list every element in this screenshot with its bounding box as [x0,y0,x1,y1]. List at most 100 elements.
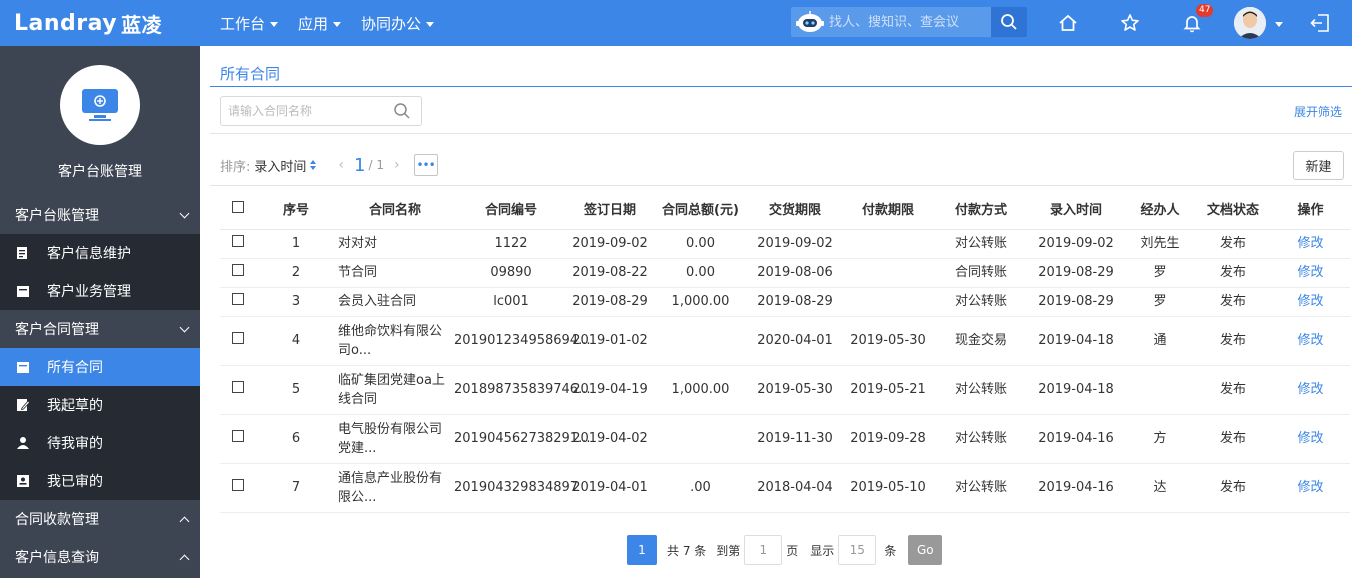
col-header[interactable]: 付款方式 [935,189,1027,230]
row-checkbox[interactable] [232,430,244,442]
prev-page-icon[interactable]: ‹ [338,157,344,173]
table-cell: 2019-01-02 [568,316,652,366]
expand-filter-link[interactable]: 展开筛选 [1294,103,1342,120]
sort-toggle-icon[interactable] [310,160,317,170]
table-cell: 2019-04-19 [568,365,652,415]
col-header[interactable]: 合同名称 [336,189,454,230]
search-input[interactable] [829,14,979,30]
brand-logo[interactable]: Landray 蓝凌 [14,8,162,38]
sidebar-item-pending-review[interactable]: 待我审的 [0,424,200,462]
sidebar-group-receivables[interactable]: 合同收款管理 [0,500,200,538]
sidebar-item-my-drafts[interactable]: 我起草的 [0,386,200,424]
goto-label: 到第 [716,543,741,558]
search-icon[interactable] [393,102,411,120]
table-row[interactable]: 3 会员入驻合同 lc001 2019-08-29 1,000.00 2019-08-29… [220,287,1350,317]
pencil-doc-icon [16,398,30,412]
chevron-up-icon [179,554,190,564]
logo-text-cn: 蓝凌 [121,12,163,37]
user-avatar[interactable] [1234,7,1266,39]
home-button[interactable] [1057,12,1079,34]
edit-link[interactable]: 修改 [1271,287,1350,317]
search-button[interactable] [991,7,1027,37]
col-header[interactable]: 签订日期 [568,189,652,230]
star-icon [1121,14,1139,31]
user-menu-caret-icon[interactable] [1275,22,1283,27]
contract-name-cell[interactable]: 通信息产业股份有限公... [336,463,454,513]
row-checkbox[interactable] [232,332,244,344]
row-checkbox[interactable] [232,264,244,276]
contract-name-cell[interactable]: 临矿集团党建oa上线合同 [336,365,454,415]
edit-link[interactable]: 修改 [1271,365,1350,415]
table-row[interactable]: 7 通信息产业股份有限公... 201904329834897 2019-04-01.… [220,463,1350,513]
table-cell: 2019-11-30 [749,414,841,464]
contract-name-cell[interactable]: 维他命饮料有限公司o... [336,316,454,366]
edit-link[interactable]: 修改 [1271,463,1350,513]
table-cell: 发布 [1195,258,1271,288]
row-checkbox[interactable] [232,479,244,491]
contract-name-cell[interactable]: 对对对 [336,229,454,259]
table-cell: 1,000.00 [652,365,749,415]
list-toolbar: 排序: 录入时间 ‹ 1 / 1 › ••• [220,150,438,180]
col-header[interactable]: 文档状态 [1195,189,1271,230]
sidebar-item-customer-business[interactable]: 客户业务管理 [0,272,200,310]
row-checkbox[interactable] [232,235,244,247]
sidebar-item-all-contracts[interactable]: 所有合同 [0,348,200,386]
contract-name-input[interactable] [228,104,393,118]
row-checkbox[interactable] [232,293,244,305]
col-header[interactable]: 付款期限 [841,189,935,230]
sidebar-group-contracts[interactable]: 客户合同管理 [0,310,200,348]
favorites-button[interactable] [1119,12,1141,34]
next-page-icon[interactable]: › [394,157,400,173]
item-label: 待我审的 [47,436,103,452]
go-button[interactable]: Go [908,535,943,565]
table-cell: 2019-05-21 [841,365,935,415]
sort-field[interactable]: 录入时间 [254,156,306,175]
total-pages: / 1 [368,158,384,172]
select-all-cell [220,189,256,230]
group-label: 合同收款管理 [15,512,99,528]
ellipsis-icon: ••• [416,158,435,172]
col-header[interactable]: 合同编号 [454,189,568,230]
edit-link[interactable]: 修改 [1271,258,1350,288]
table-cell: 3 [256,287,336,317]
more-options-button[interactable]: ••• [413,154,438,176]
table-row[interactable]: 6 电气股份有限公司党建... 201904562738291... 2019-04-… [220,414,1350,464]
col-header[interactable]: 序号 [256,189,336,230]
table-cell: 5 [256,365,336,415]
contract-name-cell[interactable]: 节合同 [336,258,454,288]
sidebar-item-customer-info[interactable]: 客户信息维护 [0,234,200,272]
col-header[interactable]: 合同总额(元) [652,189,749,230]
sidebar-group-ledger[interactable]: 客户台账管理 [0,196,200,234]
table-row[interactable]: 1 对对对 1122 2019-09-02 0.00 2019-09-02 对公转账 2019… [220,229,1350,259]
row-checkbox[interactable] [232,381,244,393]
table-row[interactable]: 2 节合同 09890 2019-08-22 0.00 2019-08-06 合同转账 201… [220,258,1350,288]
table-cell: 发布 [1195,365,1271,415]
nav-workbench[interactable]: 工作台 [220,13,279,34]
edit-link[interactable]: 修改 [1271,316,1350,366]
edit-link[interactable]: 修改 [1271,229,1350,259]
table-row[interactable]: 4 维他命饮料有限公司o... 201901234958694... 2019-01-… [220,316,1350,366]
robot-assistant-icon[interactable] [795,9,825,35]
table-row[interactable]: 5 临矿集团党建oa上线合同 201898735839746... 2019-04-1… [220,365,1350,415]
nav-collab[interactable]: 协同办公 [361,13,435,34]
col-header[interactable]: 交货期限 [749,189,841,230]
page-size-input[interactable]: 15 [838,535,877,565]
table-cell: 对公转账 [935,365,1027,415]
page-button-1[interactable]: 1 [627,535,657,565]
col-header[interactable]: 经办人 [1125,189,1195,230]
sidebar-item-reviewed[interactable]: 我已审的 [0,462,200,500]
select-all-checkbox[interactable] [232,200,244,213]
contract-name-cell[interactable]: 电气股份有限公司党建... [336,414,454,464]
size-unit: 条 [884,543,897,558]
table-cell: 2019-09-28 [841,414,935,464]
col-header[interactable]: 录入时间 [1027,189,1125,230]
sidebar-group-info-query[interactable]: 客户信息查询 [0,538,200,576]
table-cell: 2019-04-18 [1027,316,1125,366]
contract-name-cell[interactable]: 会员入驻合同 [336,287,454,317]
edit-link[interactable]: 修改 [1271,414,1350,464]
logout-button[interactable] [1309,12,1331,34]
goto-page-input[interactable]: 1 [744,535,783,565]
table-top-border [210,185,1352,186]
new-contract-button[interactable]: 新建 [1293,151,1344,180]
nav-apps[interactable]: 应用 [298,13,342,34]
